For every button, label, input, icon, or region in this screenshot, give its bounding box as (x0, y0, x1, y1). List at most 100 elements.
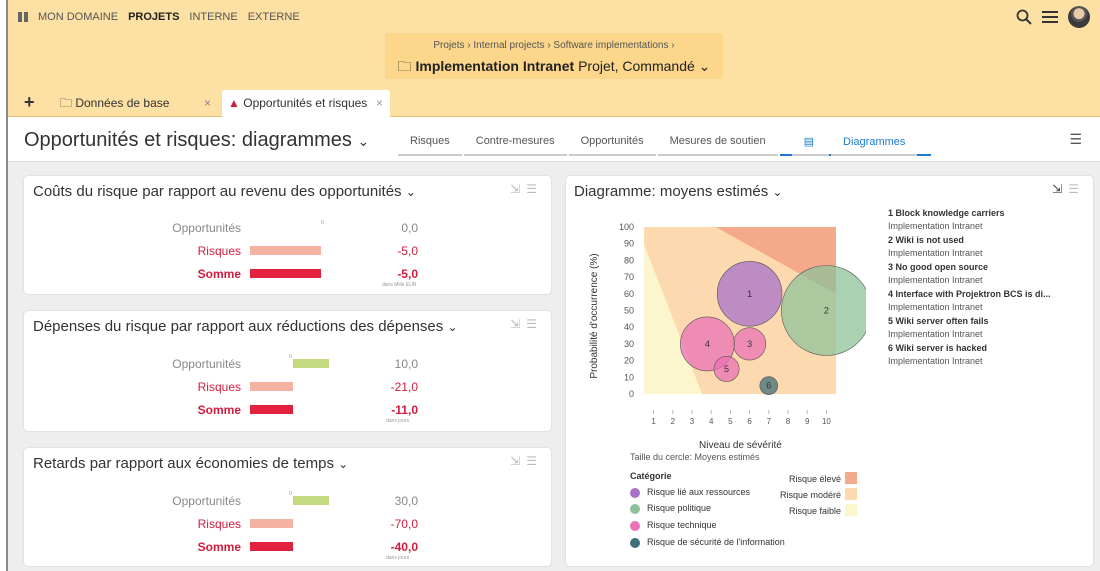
chevron-down-icon: ⌄ (772, 185, 783, 199)
bubble-1[interactable]: 1 (716, 261, 783, 327)
legend-label: Risque de sécurité de l'information (647, 537, 785, 547)
legend-item-ressources: Risque lié aux ressources (630, 487, 750, 498)
warning-icon: ▲ (228, 96, 240, 110)
export-icon[interactable]: ⇲ (1052, 182, 1068, 196)
legend-label: Risque lié aux ressources (647, 487, 751, 497)
page-title[interactable]: Opportunités et risques: diagrammes ⌄ (24, 129, 369, 152)
bar-chart-icon: ▤ (791, 136, 830, 156)
card-title[interactable]: Diagramme: moyens estimés ⌄ (574, 183, 782, 200)
subtab-opportunites[interactable]: Opportunités (568, 135, 656, 156)
card-title[interactable]: Dépenses du risque par rapport aux réduc… (33, 318, 458, 335)
row-value-risques: -70,0 (390, 517, 418, 531)
y-tick-label: 100 (619, 222, 634, 232)
row-value-risques: -21,0 (390, 380, 418, 394)
risk-list: 1 Block knowledge carriers Implementatio… (888, 208, 1051, 370)
bubble-label: 2 (824, 306, 829, 316)
severity-label-high: Risque élevé (788, 474, 841, 484)
bubble-chart: Probabilité d'occurrence (%) 01020304050… (589, 222, 866, 426)
subtab-contre-mesures[interactable]: Contre-mesures (463, 135, 567, 156)
close-icon[interactable]: × (376, 90, 383, 117)
risk-item-title[interactable]: 5 Wiki server often fails (888, 316, 1051, 326)
project-selector[interactable]: 🗀 Implementation Intranet Projet, Comman… (385, 56, 723, 80)
risk-item-project: Implementation Intranet (888, 302, 983, 312)
x-tick-label: 6 (747, 417, 752, 426)
legend-item-politique: Risque politique (630, 503, 711, 514)
row-label-risques: Risques (197, 380, 241, 394)
row-value-somme: -40,0 (390, 540, 418, 554)
sliders-icon[interactable]: ☰ (526, 454, 543, 468)
sliders-icon[interactable]: ☰ (526, 182, 543, 196)
user-avatar[interactable] (1068, 6, 1090, 28)
grid-icon[interactable] (18, 12, 28, 22)
y-ticks: 0 10 20 30 40 50 60 70 80 90 100 (619, 222, 634, 399)
app-frame: MON DOMAINE PROJETS INTERNE EXTERNE Proj… (6, 0, 1100, 571)
risk-item-title[interactable]: 2 Wiki is not used (888, 235, 1051, 245)
y-tick-label: 30 (624, 339, 634, 349)
tab-bar: + 🗀 Données de base × ▲ Opportunités et … (8, 90, 1100, 117)
legend-item-technique: Risque technique (630, 520, 717, 531)
row-value-somme: -11,0 (391, 403, 418, 417)
y-tick-label: 0 (629, 389, 634, 399)
card-actions: ⇲☰ (510, 317, 543, 331)
bubble-6[interactable]: 6 (759, 376, 779, 395)
export-icon[interactable]: ⇲ (510, 317, 526, 331)
bar-somme (250, 269, 321, 278)
sliders-icon[interactable]: ☰ (1068, 182, 1085, 196)
breadcrumb[interactable]: Projets › Internal projects › Software i… (385, 40, 723, 51)
bar-opportunites (293, 359, 329, 368)
y-tick-label: 90 (624, 239, 634, 249)
subtab-risques[interactable]: Risques (398, 135, 462, 156)
close-icon[interactable]: × (204, 90, 211, 117)
risk-item-project: Implementation Intranet (888, 356, 983, 366)
subtab-diagrammes[interactable]: ▤ Diagrammes (779, 135, 932, 156)
severity-swatch-moderate (845, 488, 857, 500)
risk-item-title[interactable]: 4 Interface with Projektron BCS is di... (888, 289, 1051, 299)
risk-item-title[interactable]: 3 No good open source (888, 262, 1051, 272)
row-label-risques: Risques (197, 244, 241, 258)
tab-donnees-de-base[interactable]: 🗀 Données de base × (60, 90, 220, 117)
card-title[interactable]: Retards par rapport aux économies de tem… (33, 455, 348, 472)
folder-icon: 🗀 (60, 96, 76, 110)
row-label-opportunites: Opportunités (172, 494, 241, 508)
severity-label-moderate: Risque modéré (779, 490, 841, 500)
bubble-label: 5 (724, 364, 729, 374)
chevron-down-icon: ⌄ (447, 320, 458, 334)
unit-label: dans jours (386, 418, 410, 424)
export-icon[interactable]: ⇲ (510, 182, 526, 196)
bubble-5[interactable]: 5 (713, 356, 740, 382)
x-tick-label: 7 (767, 417, 772, 426)
main-nav: MON DOMAINE PROJETS INTERNE EXTERNE (18, 11, 300, 23)
tab-label: Opportunités et risques (243, 96, 368, 110)
export-icon[interactable]: ⇲ (510, 454, 526, 468)
unit-label: dans jours (386, 555, 410, 561)
unit-label: dans Mille EUR (382, 282, 417, 288)
card-actions: ⇲☰ (510, 182, 543, 196)
settings-sliders-icon[interactable]: ☰ (1069, 131, 1082, 148)
top-icons (1016, 6, 1090, 28)
bubble-2[interactable]: 2 (781, 265, 866, 356)
nav-item-projets[interactable]: PROJETS (128, 11, 179, 23)
card-title[interactable]: Coûts du risque par rapport au revenu de… (33, 183, 416, 200)
nav-item-mon-domaine[interactable]: MON DOMAINE (38, 11, 118, 23)
nav-item-externe[interactable]: EXTERNE (248, 11, 300, 23)
bar-somme (250, 405, 293, 414)
hamburger-icon[interactable] (1042, 10, 1058, 24)
chevron-down-icon: ⌄ (338, 457, 349, 471)
risk-item-title[interactable]: 6 Wiki server is hacked (888, 343, 1051, 353)
tab-opportunites-et-risques[interactable]: ▲ Opportunités et risques × (222, 90, 390, 117)
circle-size-note: Taille du cercle: Moyens estimés (630, 452, 760, 462)
search-icon[interactable] (1016, 9, 1032, 25)
subtab-mesures-de-soutien[interactable]: Mesures de soutien (657, 135, 778, 156)
legend-dot (630, 537, 640, 548)
y-tick-label: 10 (624, 372, 634, 382)
legend-dot (630, 520, 640, 531)
nav-item-interne[interactable]: INTERNE (189, 11, 237, 23)
risk-item-title[interactable]: 1 Block knowledge carriers (888, 208, 1051, 218)
sliders-icon[interactable]: ☰ (526, 317, 543, 331)
row-label-risques: Risques (197, 517, 241, 531)
y-tick-label: 80 (624, 255, 634, 265)
bubble-label: 3 (747, 339, 752, 349)
project-name: Implementation Intranet (415, 58, 575, 74)
add-tab-button[interactable]: + (24, 92, 35, 113)
bubble-3[interactable]: 3 (733, 327, 767, 361)
